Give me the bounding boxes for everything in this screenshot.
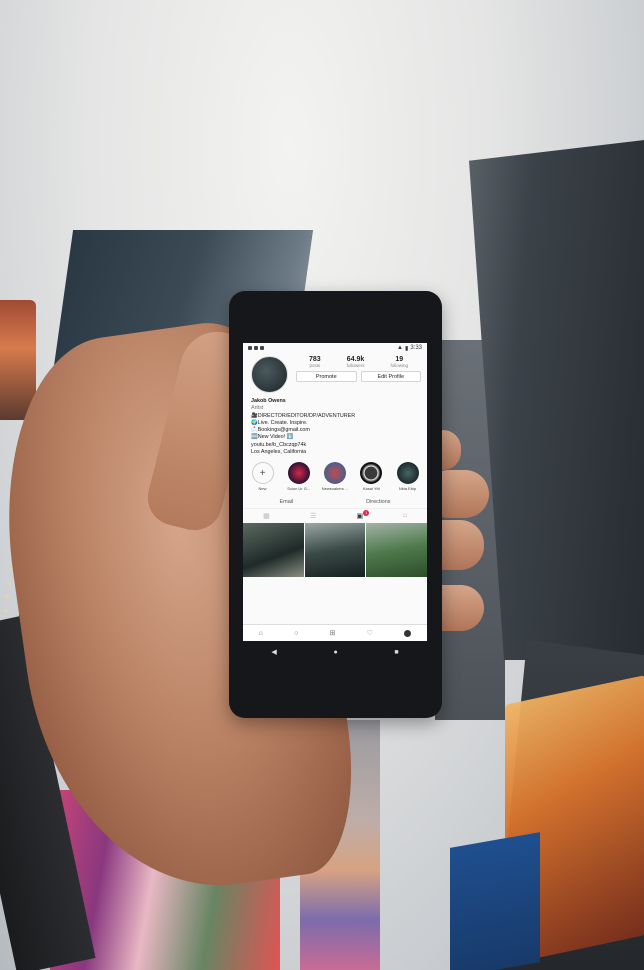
highlight-cover <box>396 462 419 485</box>
profile-bio: Jakob Owens Artist 🎥DIRECTOR/EDITOR/DP/A… <box>243 393 427 456</box>
bio-line: 🆕New Video! ⬇️ <box>251 434 294 441</box>
signal-icon: ▲ <box>397 345 403 351</box>
phone-screen: ▲ ▮ 3:33 783 posts 64.9k followers 19 fo… <box>243 343 427 641</box>
status-time: 3:33 <box>410 345 422 351</box>
notification-icon <box>260 346 264 350</box>
profile-name: Jakob Owens <box>251 398 286 404</box>
profile-header: 783 posts 64.9k followers 19 following P… <box>243 353 427 393</box>
highlight-item[interactable]: Nbla Ebip <box>394 462 421 491</box>
tagged-icon[interactable]: ▣ 1 <box>356 510 370 520</box>
bottom-navigation: ⌂ ○ ⊞ ♡ <box>243 624 427 641</box>
saved-icon[interactable]: ⌑ <box>403 512 407 520</box>
profile-icon[interactable] <box>404 629 412 637</box>
highlight-new[interactable]: + New <box>249 462 276 491</box>
notification-icon <box>248 346 252 350</box>
highlight-cover <box>324 462 346 485</box>
blue-billboard <box>450 832 540 970</box>
story-highlights: + New Scion Ur G... Newsoakers ... Kasai… <box>243 456 427 491</box>
promote-button[interactable]: Promote <box>296 371 357 382</box>
edit-profile-button[interactable]: Edit Profile <box>360 371 421 382</box>
highlight-cover <box>287 462 310 485</box>
plus-icon: + <box>251 462 274 485</box>
heart-icon[interactable]: ♡ <box>367 629 373 637</box>
profile-tabs: ▦ ☰ ▣ 1 ⌑ <box>243 508 427 523</box>
search-icon[interactable]: ○ <box>294 630 298 637</box>
notification-icon <box>254 346 258 350</box>
highlight-item[interactable]: Newsoakers ... <box>322 462 349 491</box>
smartphone: ▲ ▮ 3:33 783 posts 64.9k followers 19 fo… <box>229 291 442 718</box>
bio-line: 🎥DIRECTOR/EDITOR/DP/ADVENTURER <box>251 412 356 419</box>
profile-avatar[interactable] <box>251 356 288 393</box>
street-scene-photo: ▲ ▮ 3:33 783 posts 64.9k followers 19 fo… <box>0 0 644 970</box>
profile-stats: 783 posts 64.9k followers 19 following <box>296 356 421 368</box>
bio-link[interactable]: youtu.be/b_Cbczqp74k <box>251 442 419 449</box>
highlight-cover <box>360 462 383 485</box>
home-icon[interactable]: ⌂ <box>259 630 263 637</box>
notification-badge: 1 <box>363 510 370 517</box>
recent-apps-icon[interactable]: ■ <box>394 649 398 656</box>
grid-view-icon[interactable]: ▦ <box>263 512 270 520</box>
contact-actions: Email Directions <box>243 491 427 508</box>
posts-stat[interactable]: 783 posts <box>309 356 321 368</box>
battery-icon: ▮ <box>405 345 409 352</box>
android-nav-bar: ◀ ● ■ <box>243 641 427 663</box>
highlight-item[interactable]: Scion Ur G... <box>285 462 312 491</box>
highlight-item[interactable]: Kasai Ytti <box>358 462 385 491</box>
bio-location: Los Angeles, California <box>251 449 307 456</box>
post-thumbnail[interactable] <box>243 523 304 578</box>
email-button[interactable]: Email <box>279 499 293 505</box>
following-stat[interactable]: 19 following <box>390 356 408 368</box>
followers-stat[interactable]: 64.9k followers <box>347 356 365 368</box>
add-icon[interactable]: ⊞ <box>330 629 336 637</box>
post-thumbnail[interactable] <box>304 523 366 578</box>
post-thumbnail[interactable] <box>366 523 427 578</box>
home-button-icon[interactable]: ● <box>333 649 337 656</box>
profile-category: Artist <box>251 405 264 412</box>
posts-grid <box>243 523 427 578</box>
directions-button[interactable]: Directions <box>366 499 390 505</box>
back-icon[interactable]: ◀ <box>271 648 276 656</box>
list-view-icon[interactable]: ☰ <box>310 512 316 520</box>
status-bar: ▲ ▮ 3:33 <box>243 343 427 353</box>
